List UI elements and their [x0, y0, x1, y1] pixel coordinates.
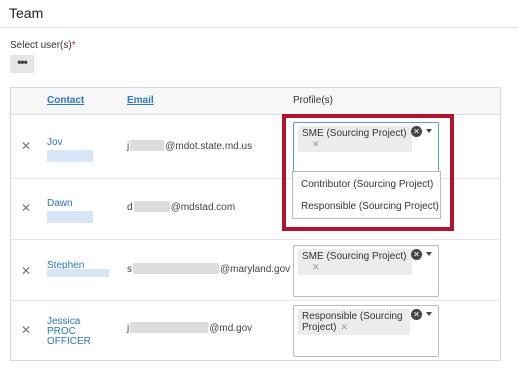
- profile-select[interactable]: SME (Sourcing Project) ✕ ✕: [293, 245, 439, 297]
- team-table: Contact Email Profile(s) ✕ Jov j @mdot.st…: [10, 87, 501, 361]
- remove-row-icon[interactable]: ✕: [21, 201, 31, 215]
- clear-circle-icon[interactable]: ✕: [411, 249, 422, 260]
- email-text: j @mdot.state.md.us: [127, 140, 253, 152]
- contact-link[interactable]: Jov: [47, 138, 63, 148]
- chevron-down-icon[interactable]: [426, 252, 432, 256]
- required-marker: *: [71, 40, 76, 51]
- select-users-button[interactable]: •••: [10, 55, 34, 73]
- redacted-name: [47, 269, 109, 277]
- profiles-column-header: Profile(s): [293, 95, 334, 106]
- contact-column-header[interactable]: Contact: [47, 95, 84, 106]
- clear-circle-icon[interactable]: ✕: [411, 309, 422, 320]
- remove-row-icon[interactable]: ✕: [21, 139, 31, 153]
- profile-tag: SME (Sourcing Project) ✕: [298, 249, 412, 275]
- dropdown-option-contributor[interactable]: Contributor (Sourcing Project): [301, 179, 433, 190]
- redacted-name: [47, 150, 93, 162]
- tag-remove-icon[interactable]: ✕: [340, 322, 348, 332]
- tag-remove-icon[interactable]: ✕: [312, 139, 408, 150]
- profile-select[interactable]: SME (Sourcing Project) ✕ ✕: [293, 122, 439, 175]
- email-text: d @mdstad.com: [127, 201, 236, 213]
- profile-tag: SME (Sourcing Project) ✕: [298, 126, 412, 152]
- chevron-down-icon[interactable]: [426, 312, 432, 316]
- page-title: Team: [9, 5, 44, 21]
- table-row: ✕ Jov j @mdot.state.md.us SME (Sourcing P…: [11, 116, 500, 179]
- chevron-down-icon[interactable]: [426, 129, 432, 133]
- profile-tag: Responsible (Sourcing Project) ✕: [298, 309, 410, 335]
- contact-link[interactable]: Dawn: [47, 199, 73, 209]
- contact-link[interactable]: Jessica PROC OFFICER: [47, 317, 107, 347]
- email-text: j @md.gov: [127, 322, 253, 334]
- remove-row-icon[interactable]: ✕: [21, 264, 31, 278]
- clear-circle-icon[interactable]: ✕: [411, 126, 422, 137]
- panel-header: Team: [0, 0, 518, 28]
- email-text: s @maryland.gov: [127, 263, 291, 275]
- profile-dropdown-menu: Contributor (Sourcing Project) Responsib…: [292, 171, 441, 219]
- email-column-header[interactable]: Email: [127, 95, 154, 106]
- table-header: Contact Email Profile(s): [11, 88, 500, 115]
- table-row: ✕ Stephen s @maryland.gov SME (Sourcing P…: [11, 240, 500, 301]
- tag-remove-icon[interactable]: ✕: [312, 262, 408, 273]
- profile-select[interactable]: Responsible (Sourcing Project) ✕ ✕: [293, 305, 439, 357]
- select-users-label: Select user(s)*: [10, 40, 76, 51]
- dropdown-option-responsible[interactable]: Responsible (Sourcing Project): [301, 201, 439, 212]
- remove-row-icon[interactable]: ✕: [21, 323, 31, 337]
- redacted-name: [47, 211, 93, 223]
- table-row: ✕ Jessica PROC OFFICER j @md.gov Responsi…: [11, 301, 500, 361]
